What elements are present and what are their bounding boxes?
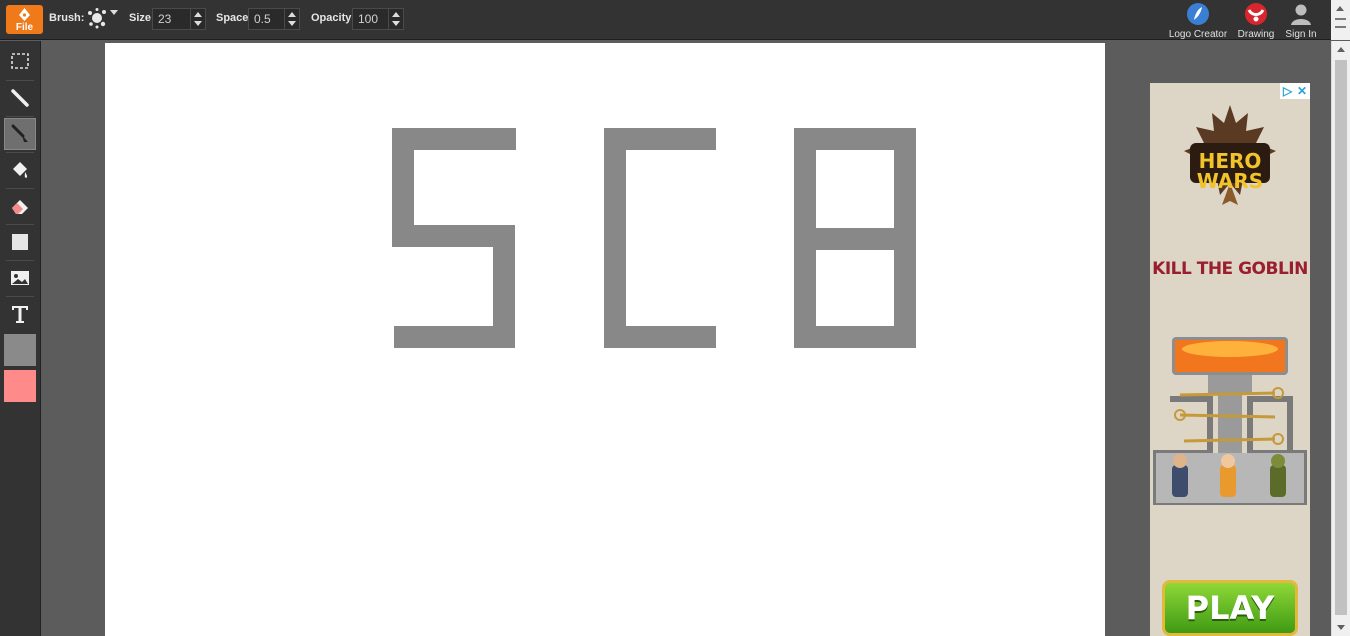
scrollbar-thumb[interactable] xyxy=(1335,60,1347,615)
square-shape-icon xyxy=(12,234,28,250)
text-icon xyxy=(12,306,28,323)
brush-tool[interactable] xyxy=(4,118,36,150)
feather-icon xyxy=(1186,2,1210,26)
drawing-link[interactable]: Drawing xyxy=(1235,2,1277,40)
ad-close-icon[interactable]: ✕ xyxy=(1297,84,1307,98)
size-label: Size: xyxy=(129,12,155,24)
opacity-label: Opacity: xyxy=(311,12,356,24)
tool-divider xyxy=(6,152,34,153)
pencil-tool[interactable] xyxy=(4,82,36,114)
ad-choices[interactable]: ▷ ✕ xyxy=(1280,83,1310,99)
sign-in-label: Sign In xyxy=(1285,29,1317,40)
opacity-decrement-icon[interactable] xyxy=(392,21,400,26)
file-label: File xyxy=(15,22,34,33)
tool-panel xyxy=(0,41,41,636)
puzzle-illustration xyxy=(1153,337,1307,505)
stroke-letter-s xyxy=(392,128,516,348)
ad-choices-icon[interactable]: ▷ xyxy=(1283,84,1292,98)
brush-icon xyxy=(11,124,28,142)
user-icon xyxy=(1289,2,1313,26)
pen-nib-icon xyxy=(19,8,30,21)
select-tool[interactable] xyxy=(4,45,36,77)
eraser-icon xyxy=(12,200,28,214)
canvas-area: ▷ ✕ HERO WARS KILL THE GOBLIN PLAY xyxy=(41,41,1331,636)
paint-bucket-icon xyxy=(13,162,28,178)
image-icon xyxy=(11,271,29,285)
ad-play-button[interactable]: PLAY xyxy=(1162,580,1298,636)
tool-divider xyxy=(6,80,34,81)
drawing-label: Drawing xyxy=(1237,29,1275,40)
eraser-tool[interactable] xyxy=(4,190,36,222)
opacity-stepper[interactable] xyxy=(352,8,404,30)
menu-bar-line xyxy=(1335,18,1346,20)
logo-creator-label: Logo Creator xyxy=(1168,29,1228,40)
drawing-canvas[interactable] xyxy=(105,43,1105,636)
tool-divider xyxy=(6,224,34,225)
size-increment-icon[interactable] xyxy=(194,12,202,17)
scroll-down-icon[interactable] xyxy=(1337,625,1345,630)
tool-divider xyxy=(6,296,34,297)
pencil-icon xyxy=(11,89,29,107)
ad-tagline: KILL THE GOBLIN xyxy=(1152,259,1308,279)
hero-wars-logo-text: HERO WARS xyxy=(1196,149,1264,193)
sign-in-link[interactable]: Sign In xyxy=(1283,2,1319,40)
top-toolbar: File Brush: Size: Space: Opacity: Logo C xyxy=(0,0,1350,40)
stroke-letter-c xyxy=(604,128,716,348)
primary-color-swatch[interactable] xyxy=(4,334,36,366)
text-tool[interactable] xyxy=(4,298,36,330)
drawing-icon xyxy=(1244,2,1268,26)
top-scroll-controls xyxy=(1331,0,1350,40)
scroll-up-icon[interactable] xyxy=(1337,47,1345,52)
menu-bar-line xyxy=(1335,26,1346,28)
advertisement[interactable]: ▷ ✕ HERO WARS KILL THE GOBLIN PLAY xyxy=(1150,83,1310,636)
brush-label: Brush: xyxy=(49,12,85,24)
vertical-scrollbar[interactable] xyxy=(1331,41,1350,636)
tool-divider xyxy=(6,116,34,117)
tool-divider xyxy=(6,260,34,261)
secondary-color-swatch[interactable] xyxy=(4,370,36,402)
space-decrement-icon[interactable] xyxy=(288,21,296,26)
logo-creator-link[interactable]: Logo Creator xyxy=(1166,2,1230,40)
size-decrement-icon[interactable] xyxy=(194,21,202,26)
shape-tool[interactable] xyxy=(4,226,36,258)
scroll-up-icon[interactable] xyxy=(1336,6,1344,11)
space-label: Space: xyxy=(216,12,253,24)
marquee-select-icon xyxy=(11,53,29,69)
file-menu-button[interactable]: File xyxy=(6,5,43,34)
brush-dropdown-caret-icon[interactable] xyxy=(110,10,118,15)
image-tool[interactable] xyxy=(4,262,36,294)
space-increment-icon[interactable] xyxy=(288,12,296,17)
opacity-increment-icon[interactable] xyxy=(392,12,400,17)
stroke-digit-8 xyxy=(794,128,916,348)
size-stepper[interactable] xyxy=(152,8,206,30)
fill-tool[interactable] xyxy=(4,154,36,186)
space-stepper[interactable] xyxy=(248,8,300,30)
splatter-brush-icon[interactable] xyxy=(86,7,108,29)
canvas-strokes xyxy=(392,128,916,348)
tool-divider xyxy=(6,188,34,189)
